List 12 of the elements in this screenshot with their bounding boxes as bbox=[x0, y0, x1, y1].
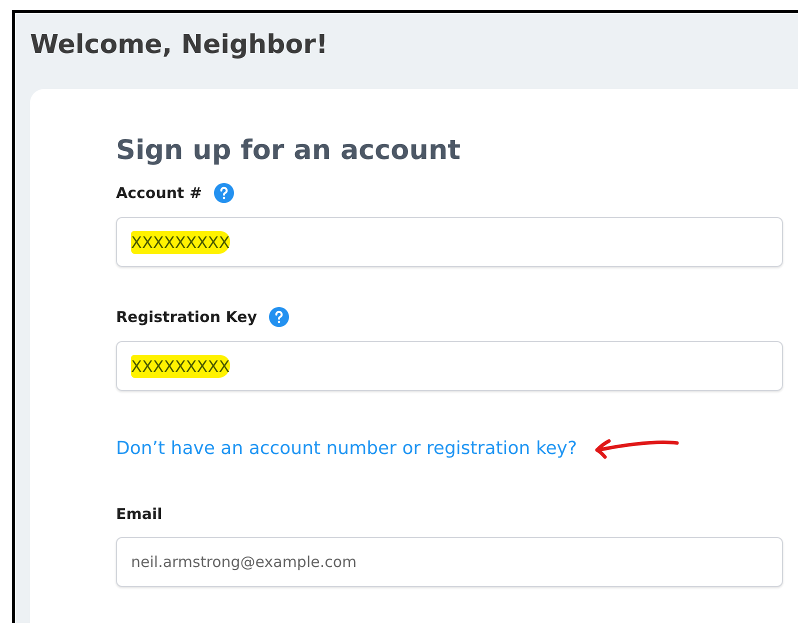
highlighted-value: XXXXXXXXX bbox=[131, 230, 230, 254]
page-title: Welcome, Neighbor! bbox=[30, 29, 329, 62]
highlighted-value: XXXXXXXXX bbox=[131, 354, 230, 378]
help-icon[interactable] bbox=[269, 307, 290, 327]
input-field[interactable]: XXXXXXXXX bbox=[116, 217, 783, 267]
field-label: Registration Key bbox=[116, 308, 258, 326]
field-label: Account # bbox=[116, 184, 202, 202]
email-field[interactable]: neil.armstrong@example.com bbox=[116, 537, 783, 587]
input-field[interactable]: XXXXXXXXX bbox=[116, 341, 783, 391]
help-icon[interactable] bbox=[214, 183, 234, 203]
form-title: Sign up for an account bbox=[116, 134, 462, 168]
field-label: Email bbox=[116, 505, 162, 523]
